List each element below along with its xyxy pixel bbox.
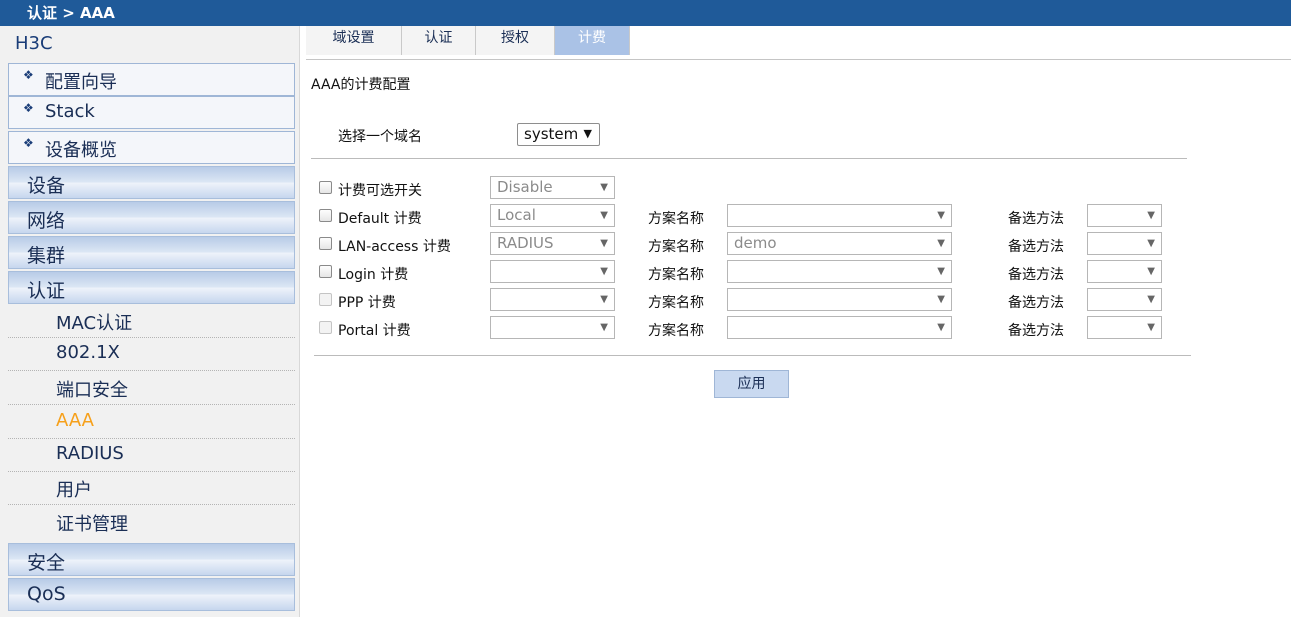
select-value: RADIUS (497, 234, 554, 252)
sidebar-category-label: QoS (27, 583, 66, 605)
breadcrumb: 认证 > AAA (0, 0, 1291, 26)
dropdown-arrow-icon: ▼ (1147, 322, 1155, 333)
backup-method-label: 备选方法 (1008, 211, 1064, 227)
dropdown-arrow-icon: ▼ (600, 322, 608, 333)
sidebar-item-label: 配置向导 (45, 72, 117, 93)
login-backup-select[interactable]: ▼ (1087, 260, 1162, 283)
diamond-bullet-icon: ❖ (23, 68, 34, 82)
row-label: 计费可选开关 (338, 183, 422, 199)
default-accounting-checkbox[interactable] (319, 209, 332, 222)
login-accounting-checkbox[interactable] (319, 265, 332, 278)
dropdown-arrow-icon: ▼ (600, 238, 608, 249)
scheme-label: 方案名称 (648, 323, 704, 339)
dropdown-arrow-icon: ▼ (1147, 238, 1155, 249)
lan-access-scheme-select[interactable]: demo ▼ (727, 232, 952, 255)
domain-select[interactable]: system ▼ (517, 123, 600, 146)
dropdown-arrow-icon: ▼ (600, 266, 608, 277)
row-label: Default 计费 (338, 211, 422, 227)
sidebar-item-label: RADIUS (56, 443, 124, 464)
diamond-bullet-icon: ❖ (23, 136, 34, 150)
sidebar-item-config-wizard[interactable]: ❖ 配置向导 (8, 63, 295, 96)
backup-method-label: 备选方法 (1008, 267, 1064, 283)
tab-authentication[interactable]: 认证 (402, 26, 476, 55)
backup-method-label: 备选方法 (1008, 239, 1064, 255)
sidebar-item-radius[interactable]: RADIUS (8, 438, 295, 472)
page-title: AAA的计费配置 (311, 77, 411, 93)
dropdown-arrow-icon: ▼ (600, 210, 608, 221)
ppp-accounting-checkbox[interactable] (319, 293, 332, 306)
sidebar-item-port-security[interactable]: 端口安全 (8, 371, 295, 405)
ppp-method-select[interactable]: ▼ (490, 288, 615, 311)
default-backup-select[interactable]: ▼ (1087, 204, 1162, 227)
sidebar-item-label: AAA (56, 410, 94, 431)
divider (311, 158, 1187, 159)
divider (306, 59, 1291, 60)
tab-authorization[interactable]: 授权 (476, 26, 555, 55)
sidebar-item-label: 证书管理 (56, 514, 128, 535)
lan-access-backup-select[interactable]: ▼ (1087, 232, 1162, 255)
sidebar-item-users[interactable]: 用户 (8, 471, 295, 505)
dropdown-arrow-icon: ▼ (600, 294, 608, 305)
dropdown-arrow-icon: ▼ (937, 322, 945, 333)
login-scheme-select[interactable]: ▼ (727, 260, 952, 283)
sidebar-item-stack[interactable]: ❖ Stack (8, 96, 295, 129)
domain-label: 选择一个域名 (338, 129, 422, 145)
sidebar-category-security[interactable]: 安全 (8, 543, 295, 576)
sidebar-item-label: 设备概览 (45, 140, 117, 161)
lan-access-method-select[interactable]: RADIUS ▼ (490, 232, 615, 255)
login-method-select[interactable]: ▼ (490, 260, 615, 283)
ppp-backup-select[interactable]: ▼ (1087, 288, 1162, 311)
select-value: Local (497, 206, 536, 224)
dropdown-arrow-icon: ▼ (937, 238, 945, 249)
row-label: LAN-access 计费 (338, 239, 451, 255)
sidebar-category-label: 安全 (27, 552, 66, 574)
divider (314, 355, 1191, 356)
lan-access-accounting-checkbox[interactable] (319, 237, 332, 250)
dropdown-arrow-icon: ▼ (1147, 266, 1155, 277)
optional-switch-select[interactable]: Disable ▼ (490, 176, 615, 199)
sidebar-item-aaa[interactable]: AAA (8, 405, 295, 439)
apply-button[interactable]: 应用 (714, 370, 789, 398)
row-label: PPP 计费 (338, 295, 396, 311)
default-scheme-select[interactable]: ▼ (727, 204, 952, 227)
portal-accounting-checkbox[interactable] (319, 321, 332, 334)
dropdown-arrow-icon: ▼ (1147, 210, 1155, 221)
scheme-label: 方案名称 (648, 239, 704, 255)
dropdown-arrow-icon: ▼ (937, 294, 945, 305)
accounting-row-portal: Portal 计费 ▼ 方案名称 ▼ 备选方法 ▼ (0, 316, 1291, 348)
portal-backup-select[interactable]: ▼ (1087, 316, 1162, 339)
tab-domain-settings[interactable]: 域设置 (306, 26, 402, 55)
ppp-scheme-select[interactable]: ▼ (727, 288, 952, 311)
dropdown-arrow-icon: ▼ (937, 210, 945, 221)
sidebar-item-certificate-management[interactable]: 证书管理 (8, 505, 295, 539)
dropdown-arrow-icon: ▼ (583, 127, 592, 140)
scheme-label: 方案名称 (648, 295, 704, 311)
scheme-label: 方案名称 (648, 211, 704, 227)
default-method-select[interactable]: Local ▼ (490, 204, 615, 227)
dropdown-arrow-icon: ▼ (600, 182, 608, 193)
sidebar-item-label: 端口安全 (56, 380, 128, 401)
portal-scheme-select[interactable]: ▼ (727, 316, 952, 339)
tab-accounting[interactable]: 计费 (555, 26, 630, 55)
select-value: Disable (497, 178, 553, 196)
backup-method-label: 备选方法 (1008, 295, 1064, 311)
diamond-bullet-icon: ❖ (23, 101, 34, 115)
sidebar-category-qos[interactable]: QoS (8, 578, 295, 611)
backup-method-label: 备选方法 (1008, 323, 1064, 339)
brand-logo: H3C (15, 33, 53, 54)
sidebar-item-label: 用户 (56, 480, 92, 501)
sidebar-item-device-overview[interactable]: ❖ 设备概览 (8, 131, 295, 164)
dropdown-arrow-icon: ▼ (937, 266, 945, 277)
row-label: Login 计费 (338, 267, 409, 283)
domain-select-value: system (524, 125, 579, 143)
select-value: demo (734, 234, 777, 252)
dropdown-arrow-icon: ▼ (1147, 294, 1155, 305)
portal-method-select[interactable]: ▼ (490, 316, 615, 339)
sidebar-item-label: Stack (45, 101, 95, 122)
optional-switch-checkbox[interactable] (319, 181, 332, 194)
row-label: Portal 计费 (338, 323, 411, 339)
scheme-label: 方案名称 (648, 267, 704, 283)
